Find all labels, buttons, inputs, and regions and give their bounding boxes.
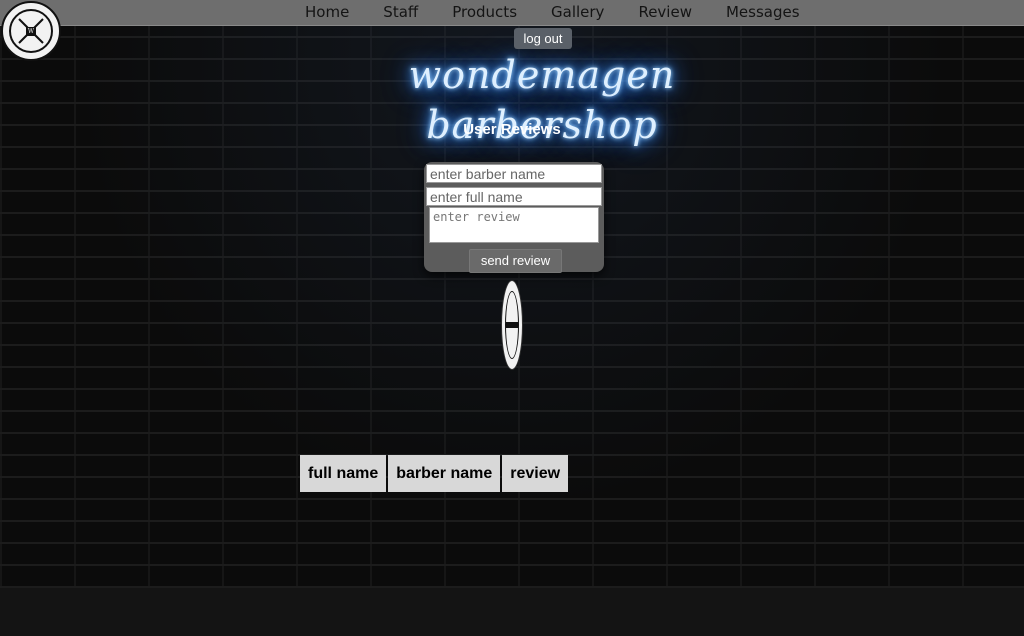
top-navbar: Home Staff Products Gallery Review Messa…: [0, 0, 1024, 26]
column-header-full-name: full name: [300, 455, 387, 492]
send-review-button[interactable]: send review: [469, 249, 562, 273]
reviews-table-header-row: full name barber name review: [300, 455, 569, 492]
barber-name-input[interactable]: [426, 164, 602, 183]
full-name-input[interactable]: [426, 187, 602, 206]
nav-item-messages[interactable]: Messages: [709, 0, 817, 25]
nav-item-staff[interactable]: Staff: [366, 0, 435, 25]
column-header-barber-name: barber name: [388, 455, 501, 492]
column-header-review: review: [502, 455, 569, 492]
page-footer-area: [0, 588, 1024, 636]
review-textarea[interactable]: [429, 207, 599, 243]
page-title: User Reviews: [463, 121, 561, 138]
nav-item-home[interactable]: Home: [288, 0, 366, 25]
neon-brand-sign: wondemagen barbershop: [408, 53, 676, 147]
emblem-band: [506, 322, 518, 328]
review-form: send review: [424, 162, 604, 273]
barbershop-emblem-icon: [501, 280, 523, 370]
emblem-ring: [505, 291, 519, 359]
nav-item-review[interactable]: Review: [621, 0, 709, 25]
barbershop-logo-icon[interactable]: W: [1, 1, 61, 61]
logout-button[interactable]: log out: [514, 28, 572, 49]
nav-links: Home Staff Products Gallery Review Messa…: [288, 0, 817, 25]
logo-wordmark: W: [25, 26, 37, 36]
nav-item-products[interactable]: Products: [435, 0, 534, 25]
reviews-table: full name barber name review: [298, 455, 570, 492]
logo-ring: W: [9, 9, 53, 53]
nav-item-gallery[interactable]: Gallery: [534, 0, 621, 25]
